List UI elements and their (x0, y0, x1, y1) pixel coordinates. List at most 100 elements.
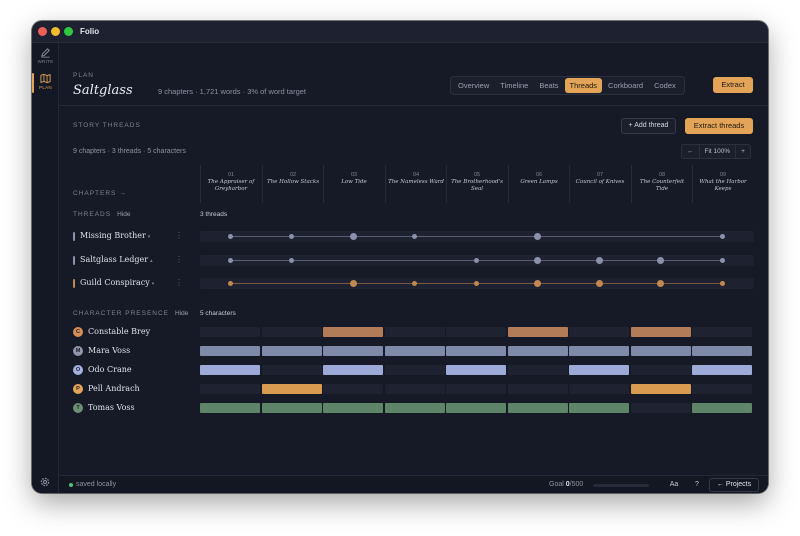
chapter-header[interactable]: 03 Low Tide (323, 165, 384, 203)
tab-beats[interactable]: Beats (534, 78, 563, 93)
expand-caret-icon[interactable]: ▾ (152, 281, 155, 287)
thread-beat-dot[interactable] (595, 257, 603, 264)
presence-cell-present[interactable] (384, 403, 445, 413)
character-row[interactable]: C Constable Brey (73, 326, 193, 338)
character-row[interactable]: T Tomas Voss (73, 402, 193, 414)
thread-beat-dot[interactable] (227, 234, 233, 239)
expand-caret-icon[interactable]: ▾ (148, 234, 151, 240)
presence-cell-absent[interactable] (261, 327, 322, 337)
rail-item-write[interactable]: WRITE (32, 45, 59, 71)
minimize-window-button[interactable] (51, 27, 60, 36)
presence-cell-present[interactable] (200, 365, 260, 375)
presence-cell-absent[interactable] (200, 384, 260, 394)
presence-cell-present[interactable] (446, 365, 506, 375)
presence-cell-present[interactable] (630, 384, 691, 394)
thread-beat-dot[interactable] (534, 280, 541, 287)
presence-cell-absent[interactable] (507, 384, 568, 394)
chapter-header[interactable]: 08 The Counterfeit Tide (631, 165, 692, 203)
tab-corkboard[interactable]: Corkboard (603, 78, 648, 93)
presence-cell-present[interactable] (323, 365, 383, 375)
thread-menu-button[interactable]: ⋮ (175, 255, 183, 264)
chapter-header[interactable]: 07 Council of Knives (569, 165, 630, 203)
presence-cell-absent[interactable] (323, 384, 383, 394)
thread-beat-dot[interactable] (657, 280, 664, 287)
chapter-header[interactable]: 06 Green Lamps (508, 165, 569, 203)
presence-cell-present[interactable] (507, 346, 568, 356)
presence-cell-absent[interactable] (384, 365, 445, 375)
tab-threads[interactable]: Threads (564, 78, 603, 93)
presence-cell-present[interactable] (200, 403, 260, 413)
presence-cell-present[interactable] (384, 346, 445, 356)
presence-cell-absent[interactable] (446, 327, 506, 337)
thread-row[interactable]: Missing Brother ▾ (73, 231, 181, 243)
rail-item-plan[interactable]: PLAN (32, 71, 59, 97)
character-row[interactable]: M Mara Voss (73, 345, 193, 357)
presence-cell-absent[interactable] (692, 327, 752, 337)
presence-cell-absent[interactable] (630, 403, 691, 413)
presence-cell-present[interactable] (261, 346, 322, 356)
presence-cell-present[interactable] (507, 403, 568, 413)
add-thread-button[interactable]: + Add thread (621, 118, 676, 134)
thread-beat-dot[interactable] (473, 281, 479, 286)
thread-row[interactable]: Guild Conspiracy ▾ (73, 278, 181, 290)
thread-beat-dot[interactable] (473, 258, 479, 263)
presence-cell-absent[interactable] (384, 384, 445, 394)
presence-cell-present[interactable] (446, 403, 506, 413)
presence-cell-present[interactable] (569, 403, 629, 413)
thread-beat-dot[interactable] (719, 281, 725, 286)
thread-beat-dot[interactable] (227, 258, 233, 263)
settings-button[interactable] (39, 475, 51, 493)
presence-cell-present[interactable] (323, 346, 383, 356)
collapse-caret-icon[interactable]: ▴ (150, 258, 153, 264)
tab-overview[interactable]: Overview (453, 78, 494, 93)
thread-beat-dot[interactable] (349, 280, 357, 287)
presence-cell-present[interactable] (261, 403, 322, 413)
presence-cell-present[interactable] (692, 365, 752, 375)
thread-beat-dot[interactable] (412, 234, 417, 239)
zoom-fit-button[interactable]: Fit 100% (698, 145, 737, 158)
presence-cell-present[interactable] (261, 384, 322, 394)
thread-beat-dot[interactable] (595, 280, 603, 287)
thread-beat-dot[interactable] (657, 257, 664, 264)
extract-button[interactable]: Extract (713, 77, 753, 93)
thread-beat-dot[interactable] (534, 233, 541, 240)
thread-menu-button[interactable]: ⋮ (175, 278, 183, 287)
help-button[interactable]: ? (691, 479, 703, 491)
projects-button[interactable]: ← Projects (709, 478, 759, 492)
presence-cell-present[interactable] (692, 403, 752, 413)
tab-timeline[interactable]: Timeline (495, 78, 533, 93)
presence-cell-present[interactable] (692, 346, 752, 356)
thread-beat-dot[interactable] (289, 258, 294, 263)
presence-cell-absent[interactable] (261, 365, 322, 375)
presence-cell-present[interactable] (323, 327, 383, 337)
zoom-window-button[interactable] (64, 27, 73, 36)
thread-beat-dot[interactable] (719, 234, 725, 239)
chapter-header[interactable]: 05 The Brotherhood's Seal (446, 165, 507, 203)
presence-cell-present[interactable] (200, 346, 260, 356)
presence-cell-present[interactable] (323, 403, 383, 413)
chapter-header[interactable]: 04 The Nameless Ward (385, 165, 446, 203)
presence-cell-present[interactable] (507, 327, 568, 337)
hide-threads-link[interactable]: Hide (117, 211, 130, 218)
chapter-header[interactable]: 02 The Hollow Stacks (262, 165, 323, 203)
thread-row[interactable]: Saltglass Ledger ▴ (73, 255, 181, 267)
presence-cell-present[interactable] (446, 346, 506, 356)
presence-cell-absent[interactable] (200, 327, 260, 337)
presence-cell-present[interactable] (569, 365, 629, 375)
presence-cell-present[interactable] (630, 327, 691, 337)
thread-beat-dot[interactable] (412, 281, 417, 286)
presence-cell-absent[interactable] (507, 365, 568, 375)
close-window-button[interactable] (38, 27, 47, 36)
chapter-header[interactable]: 01 The Appraiser of Greyharbor (200, 165, 261, 203)
chapter-header[interactable]: 09 What the Harbor Keeps (692, 165, 753, 203)
character-row[interactable]: P Pell Andrach (73, 383, 193, 395)
thread-beat-dot[interactable] (349, 233, 357, 240)
thread-beat-dot[interactable] (289, 234, 294, 239)
character-row[interactable]: O Odo Crane (73, 364, 193, 376)
hide-characters-link[interactable]: Hide (175, 310, 188, 317)
presence-cell-absent[interactable] (569, 384, 629, 394)
presence-cell-absent[interactable] (446, 384, 506, 394)
thread-beat-dot[interactable] (227, 281, 233, 286)
presence-cell-absent[interactable] (384, 327, 445, 337)
thread-beat-dot[interactable] (719, 258, 725, 263)
